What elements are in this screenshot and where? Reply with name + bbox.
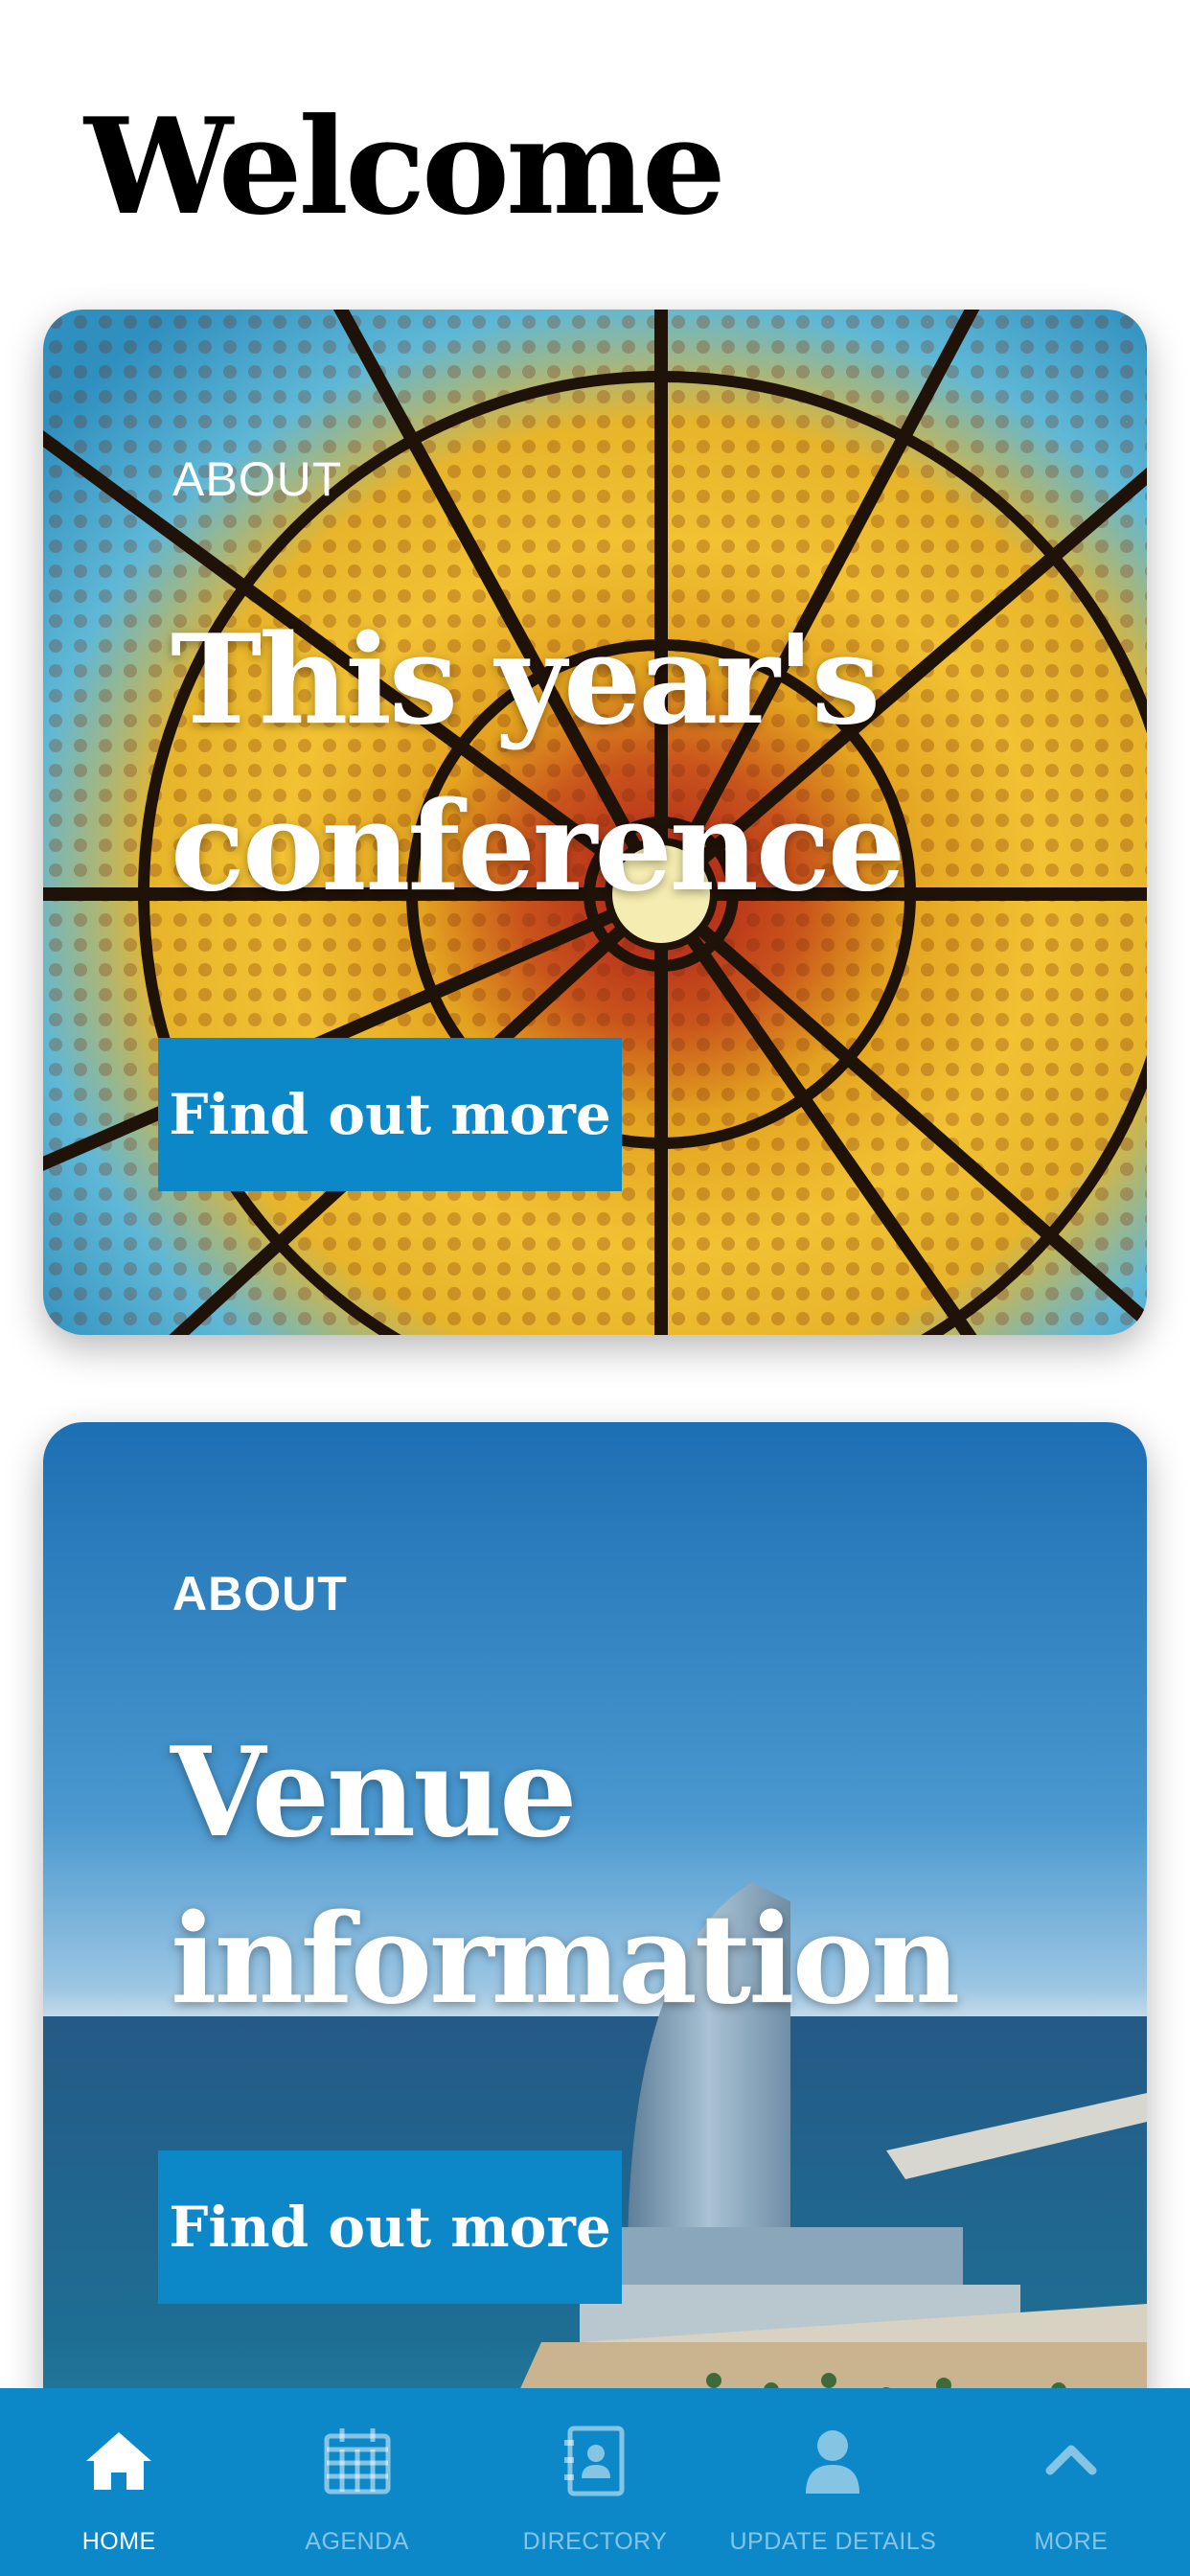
chevron-up-icon — [1033, 2423, 1110, 2499]
conference-card[interactable]: ABOUT This year's conference Find out mo… — [43, 310, 1147, 1335]
tab-label: DIRECTORY — [522, 2528, 668, 2555]
tab-label: UPDATE DETAILS — [729, 2528, 937, 2555]
tab-agenda[interactable]: AGENDA — [238, 2388, 475, 2576]
card-title: This year's conference — [171, 609, 905, 919]
card-eyebrow: ABOUT — [172, 1567, 348, 1621]
find-out-more-button[interactable]: Find out more — [158, 1038, 622, 1191]
tab-home[interactable]: HOME — [0, 2388, 238, 2576]
find-out-more-button[interactable]: Find out more — [158, 2150, 622, 2304]
user-icon — [794, 2423, 871, 2499]
tab-update-details[interactable]: UPDATE DETAILS — [714, 2388, 951, 2576]
page-title: Welcome — [84, 88, 726, 244]
tab-directory[interactable]: DIRECTORY — [476, 2388, 714, 2576]
tab-label: HOME — [81, 2528, 156, 2555]
card-eyebrow: ABOUT — [172, 452, 343, 506]
tab-label: MORE — [1034, 2528, 1109, 2555]
card-title: Venue information — [171, 1721, 960, 2032]
address-book-icon — [557, 2423, 633, 2499]
bottom-tab-bar: HOME AGENDA DIRECTORY UPDATE DETAILS MOR… — [0, 2388, 1190, 2576]
home-icon — [80, 2423, 157, 2499]
calendar-icon — [319, 2423, 396, 2499]
venue-card[interactable]: ABOUT Venue information Find out more — [43, 1422, 1147, 2553]
tab-more[interactable]: MORE — [952, 2388, 1190, 2576]
tab-label: AGENDA — [305, 2528, 409, 2555]
